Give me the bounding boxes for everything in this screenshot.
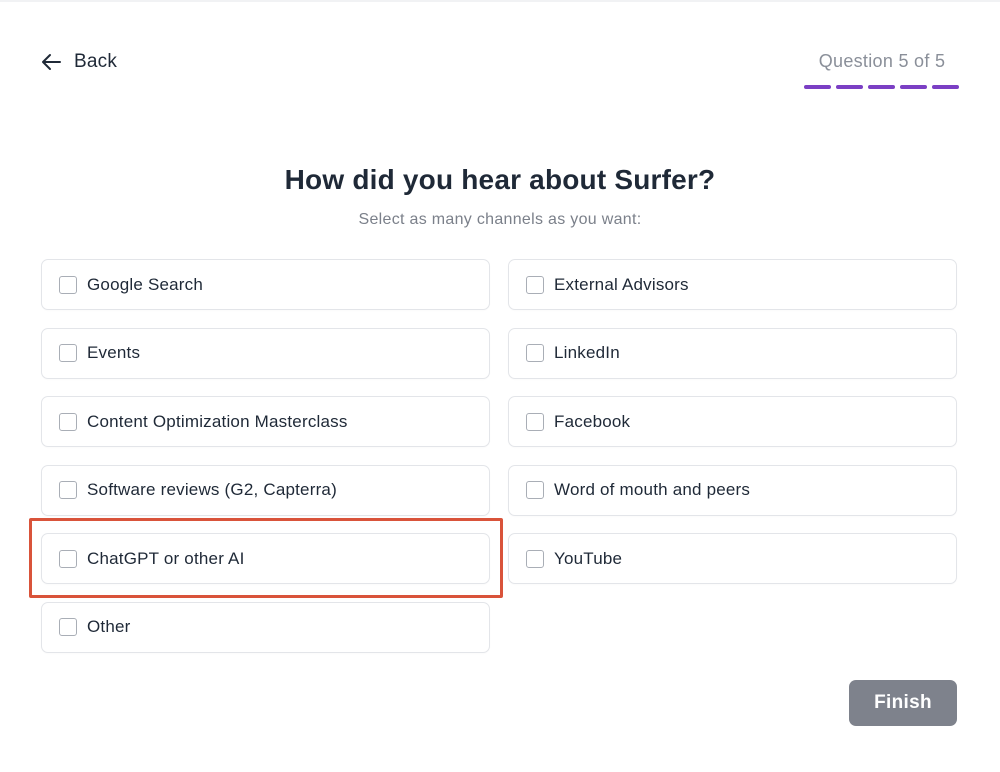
option-label: LinkedIn xyxy=(554,343,620,362)
question-title: How did you hear about Surfer? xyxy=(284,164,716,195)
option-label: Events xyxy=(87,343,141,362)
finish-button[interactable]: Finish xyxy=(849,680,957,726)
checkbox[interactable] xyxy=(59,618,77,636)
option-software-reviews[interactable]: Software reviews (G2, Capterra) xyxy=(41,464,490,516)
option-label: Google Search xyxy=(87,274,204,294)
checkbox[interactable] xyxy=(526,549,544,568)
checkbox[interactable] xyxy=(526,275,544,294)
checkbox[interactable] xyxy=(59,275,77,294)
option-label: External Advisors xyxy=(554,274,689,294)
checkbox[interactable] xyxy=(59,412,77,431)
progress-step xyxy=(836,85,863,89)
checkbox[interactable] xyxy=(526,344,544,362)
option-label: YouTube xyxy=(554,548,623,568)
option-label: Facebook xyxy=(554,411,631,431)
top-divider xyxy=(0,0,1000,2)
checkbox[interactable] xyxy=(59,481,77,499)
option-label: ChatGPT or other AI xyxy=(87,548,245,568)
option-facebook[interactable]: Facebook xyxy=(508,396,957,447)
progress-step xyxy=(868,85,895,89)
progress-step xyxy=(932,85,959,89)
checkbox[interactable] xyxy=(526,481,544,499)
arrow-left-icon xyxy=(42,54,61,70)
checkbox[interactable] xyxy=(526,412,544,431)
question-progress-label: Question 5 of 5 xyxy=(818,51,946,71)
back-button[interactable]: Back xyxy=(40,49,117,75)
progress-step xyxy=(900,85,927,89)
option-events[interactable]: Events xyxy=(41,327,490,379)
option-content-optimization-masterclass[interactable]: Content Optimization Masterclass xyxy=(41,396,490,447)
checkbox[interactable] xyxy=(59,549,77,568)
progress-indicator xyxy=(804,85,959,89)
option-label: Content Optimization Masterclass xyxy=(87,411,348,431)
option-word-of-mouth[interactable]: Word of mouth and peers xyxy=(508,464,957,516)
question-subtitle: Select as many channels as you want: xyxy=(358,211,642,228)
option-label: Software reviews (G2, Capterra) xyxy=(87,480,337,499)
options-list: Google Search External Advisors Events L… xyxy=(41,259,957,653)
back-label: Back xyxy=(74,51,118,72)
option-youtube[interactable]: YouTube xyxy=(508,533,957,584)
option-label: Word of mouth and peers xyxy=(554,480,751,499)
option-label: Other xyxy=(87,617,131,636)
option-other[interactable]: Other xyxy=(41,601,490,653)
option-google-search[interactable]: Google Search xyxy=(41,259,490,310)
progress-step xyxy=(804,85,831,89)
checkbox[interactable] xyxy=(59,344,77,362)
option-external-advisors[interactable]: External Advisors xyxy=(508,259,957,310)
option-chatgpt-or-other-ai[interactable]: ChatGPT or other AI xyxy=(41,533,490,584)
option-linkedin[interactable]: LinkedIn xyxy=(508,327,957,379)
